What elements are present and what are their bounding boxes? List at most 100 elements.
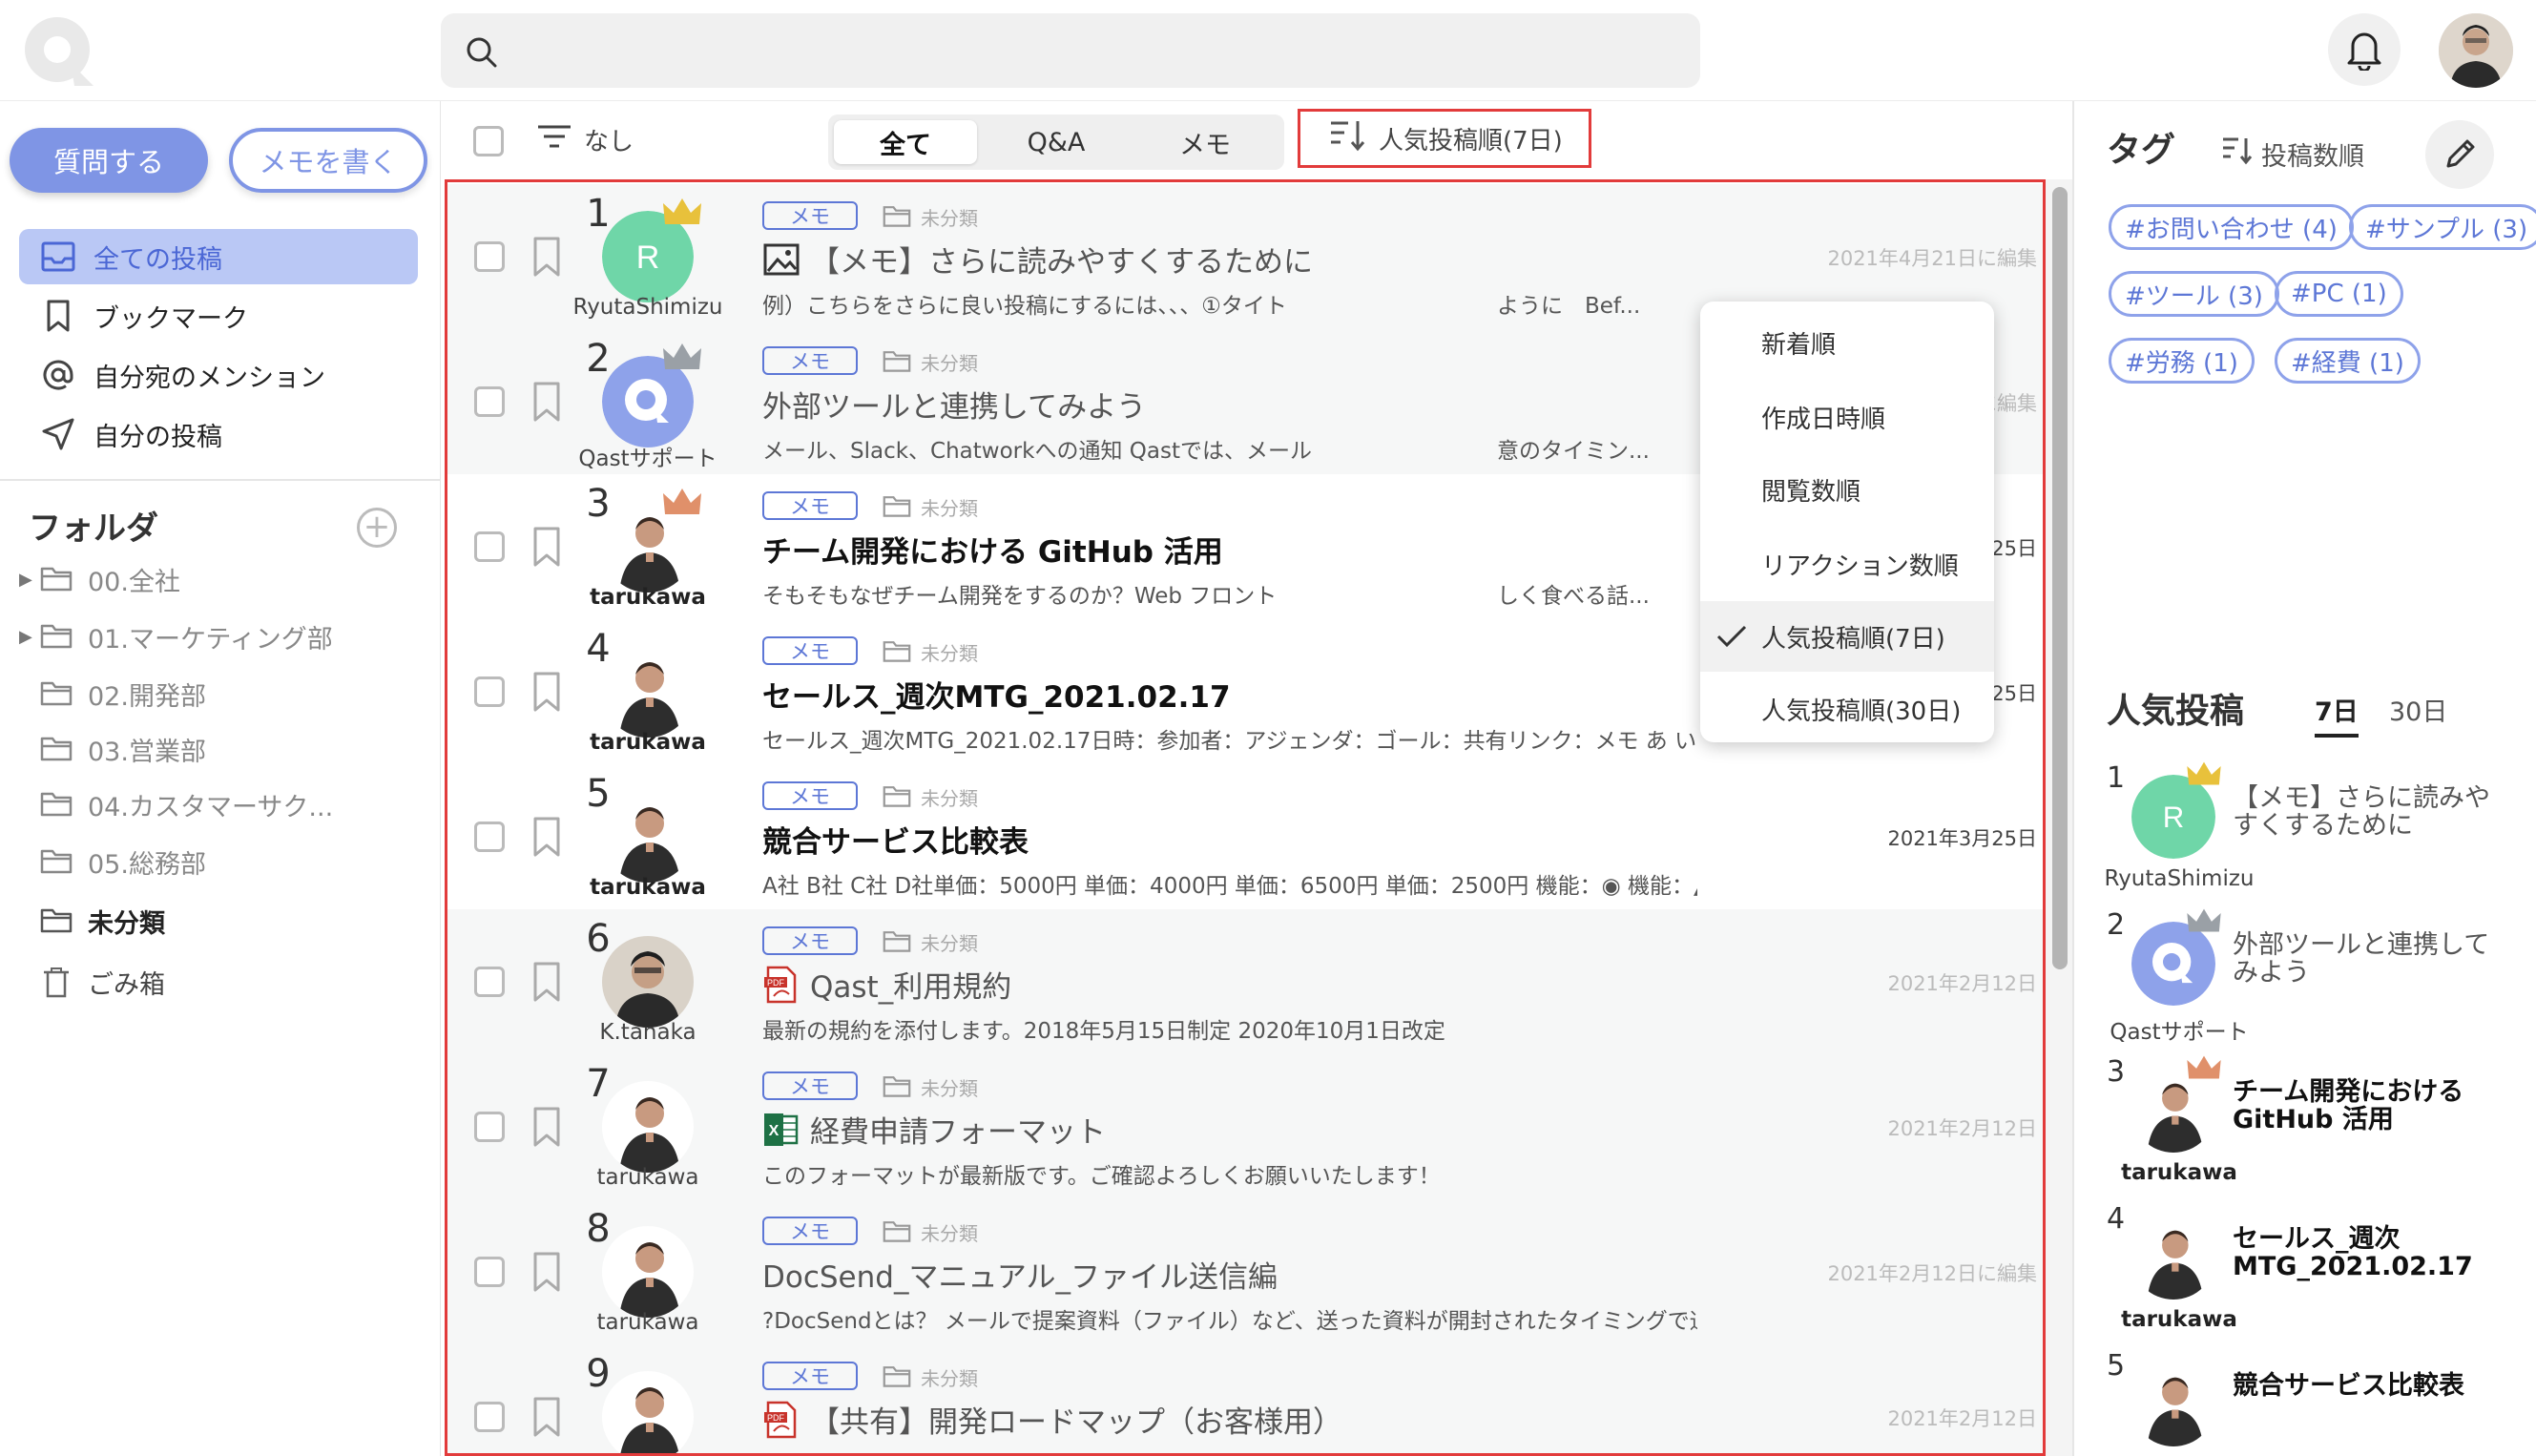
post-row[interactable]: 7 tarukawa メモ 未分類 X 経費申請フォーマット このフォーマットが最新版です。… xyxy=(447,1054,2043,1201)
post-title[interactable]: PDF Qast_利用規約 xyxy=(762,963,1011,1006)
folder-item[interactable]: 05.総務部 xyxy=(19,840,206,884)
add-folder-icon[interactable]: + xyxy=(357,508,397,548)
row-checkbox[interactable] xyxy=(474,531,505,562)
author-name[interactable]: tarukawa xyxy=(562,1165,734,1190)
edit-tags-button[interactable] xyxy=(2425,120,2494,189)
user-avatar[interactable] xyxy=(2439,13,2513,88)
row-checkbox[interactable] xyxy=(474,676,505,707)
sort-option-created[interactable]: 作成日時順 xyxy=(1700,382,1994,452)
popular-author[interactable]: RyutaShimizu xyxy=(2084,866,2275,891)
author-avatar[interactable] xyxy=(602,1226,694,1318)
tag-chip[interactable]: #経費 (1) xyxy=(2275,338,2421,384)
row-checkbox[interactable] xyxy=(474,1402,505,1432)
popular-item[interactable]: 1 R 【メモ】さらに読みやすくするために RyutaShimizu xyxy=(2074,761,2536,908)
bookmark-icon[interactable] xyxy=(531,816,562,858)
write-memo-button[interactable]: メモを書く xyxy=(229,128,427,193)
popular-title[interactable]: チーム開発における GitHub 活用 xyxy=(2233,1078,2500,1134)
author-avatar[interactable] xyxy=(602,1081,694,1173)
author-name[interactable]: K.tanaka xyxy=(562,1020,734,1045)
author-name[interactable]: Qastサポート xyxy=(562,440,734,472)
bookmark-icon[interactable] xyxy=(531,381,562,423)
ask-question-button[interactable]: 質問する xyxy=(10,128,208,193)
tag-sort-button[interactable]: 投稿数順 xyxy=(2221,135,2364,173)
sidebar-item-my-posts[interactable]: 自分の投稿 xyxy=(19,406,418,462)
row-checkbox[interactable] xyxy=(474,386,505,417)
bookmark-icon[interactable] xyxy=(531,526,562,568)
post-row[interactable]: 8 tarukawa メモ 未分類 DocSend_マニュアル_ファイル送信編 ?DocS… xyxy=(447,1199,2043,1346)
post-row[interactable]: 9tarukawaメモ未分類PDF【共有】開発ロードマップ（お客様用）2021年… xyxy=(447,1344,2043,1453)
row-checkbox[interactable] xyxy=(474,241,505,272)
bookmark-icon[interactable] xyxy=(531,1106,562,1148)
trash-item[interactable]: ごみ箱 xyxy=(19,960,165,1004)
post-title[interactable]: X 経費申請フォーマット xyxy=(762,1108,1106,1151)
row-checkbox[interactable] xyxy=(474,822,505,852)
author-avatar[interactable] xyxy=(602,1371,694,1453)
tab-popular-7d[interactable]: 7日 xyxy=(2315,691,2359,738)
sort-button[interactable]: 人気投稿順(7日) xyxy=(1298,109,1591,168)
tab-memo[interactable]: メモ xyxy=(1133,120,1277,164)
sidebar-item-all-posts[interactable]: 全ての投稿 xyxy=(19,229,418,284)
sort-option-popular-7d[interactable]: 人気投稿順(7日) xyxy=(1700,601,1994,672)
folder-item[interactable]: 02.開発部 xyxy=(19,672,206,716)
author-name[interactable]: tarukawa xyxy=(562,585,734,610)
sort-option-reactions[interactable]: リアクション数順 xyxy=(1700,529,1994,599)
tag-chip[interactable]: #労務 (1) xyxy=(2109,338,2255,384)
folder-item[interactable]: ▶ 01.マーケティング部 xyxy=(19,614,333,658)
bookmark-icon[interactable] xyxy=(531,1251,562,1293)
tab-qa[interactable]: Q&A xyxy=(985,120,1128,164)
author-avatar[interactable] xyxy=(602,791,694,883)
row-checkbox[interactable] xyxy=(474,1112,505,1142)
popular-title[interactable]: セールス_週次MTG_2021.02.17 xyxy=(2233,1225,2500,1280)
expand-arrow-icon[interactable]: ▶ xyxy=(19,627,40,647)
sidebar-item-mentions[interactable]: 自分宛のメンション xyxy=(19,347,418,403)
search-input[interactable] xyxy=(441,13,1700,88)
select-all-checkbox[interactable] xyxy=(473,126,504,156)
popular-item[interactable]: 2 外部ツールと連携してみよう Qastサポート xyxy=(2074,908,2536,1055)
tab-all[interactable]: 全て xyxy=(834,120,977,164)
post-title[interactable]: 外部ツールと連携してみよう xyxy=(762,383,1146,426)
post-row[interactable]: 6 K.tanaka メモ 未分類 PDF Qast_利用規約 最新の規約を添付します。20… xyxy=(447,909,2043,1056)
author-avatar[interactable] xyxy=(2131,1216,2215,1300)
post-title[interactable]: 【メモ】さらに読みやすくするために xyxy=(762,238,1313,281)
post-title[interactable]: 競合サービス比較表 xyxy=(762,818,1029,861)
tag-chip[interactable]: #PC (1) xyxy=(2275,271,2403,317)
popular-title[interactable]: 競合サービス比較表 xyxy=(2233,1372,2500,1400)
popular-author[interactable]: tarukawa xyxy=(2084,1307,2275,1332)
list-scrollbar[interactable] xyxy=(2046,179,2072,1456)
author-name[interactable]: tarukawa xyxy=(562,730,734,755)
sidebar-item-bookmarks[interactable]: ブックマーク xyxy=(19,288,418,343)
folder-item-uncategorized[interactable]: 未分類 xyxy=(19,899,165,943)
author-name[interactable]: tarukawa xyxy=(562,875,734,900)
popular-author[interactable]: Qastサポート xyxy=(2084,1013,2275,1046)
author-name[interactable]: RyutaShimizu xyxy=(562,295,734,320)
tab-popular-30d[interactable]: 30日 xyxy=(2389,691,2447,728)
author-avatar[interactable] xyxy=(2131,1362,2215,1446)
author-avatar[interactable] xyxy=(602,936,694,1028)
post-row[interactable]: 5 tarukawa メモ 未分類 競合サービス比較表 A社 B社 C社 D社単価：500… xyxy=(447,764,2043,911)
tag-chip[interactable]: #お問い合わせ (4) xyxy=(2109,204,2354,250)
tag-chip[interactable]: #サンプル (3) xyxy=(2349,204,2536,250)
popular-title[interactable]: 外部ツールと連携してみよう xyxy=(2233,931,2500,987)
folder-item[interactable]: 03.営業部 xyxy=(19,727,206,771)
expand-arrow-icon[interactable]: ▶ xyxy=(19,570,40,590)
tag-chip[interactable]: #ツール (3) xyxy=(2109,271,2279,317)
popular-author[interactable]: tarukawa xyxy=(2084,1160,2275,1185)
filter-button[interactable]: なし xyxy=(536,122,634,157)
popular-item[interactable]: 5競合サービス比較表tarukawa xyxy=(2074,1349,2536,1456)
folder-item[interactable]: 04.カスタマーサク... xyxy=(19,782,333,826)
row-checkbox[interactable] xyxy=(474,967,505,997)
post-title[interactable]: DocSend_マニュアル_ファイル送信編 xyxy=(762,1253,1278,1296)
sort-option-popular-30d[interactable]: 人気投稿順(30日) xyxy=(1700,674,1994,744)
bookmark-icon[interactable] xyxy=(531,961,562,1003)
post-title[interactable]: セールス_週次MTG_2021.02.17 xyxy=(762,673,1231,716)
qast-logo[interactable] xyxy=(21,13,99,90)
author-name[interactable]: tarukawa xyxy=(562,1310,734,1335)
sort-option-views[interactable]: 閲覧数順 xyxy=(1700,454,1994,525)
author-avatar[interactable] xyxy=(602,646,694,738)
row-checkbox[interactable] xyxy=(474,1257,505,1287)
folder-item[interactable]: ▶ 00.全社 xyxy=(19,557,180,601)
post-title[interactable]: PDF 【共有】開発ロードマップ（お客様用） xyxy=(762,1398,1342,1441)
popular-title[interactable]: 【メモ】さらに読みやすくするために xyxy=(2233,784,2500,840)
bookmark-icon[interactable] xyxy=(531,236,562,278)
bookmark-icon[interactable] xyxy=(531,671,562,713)
